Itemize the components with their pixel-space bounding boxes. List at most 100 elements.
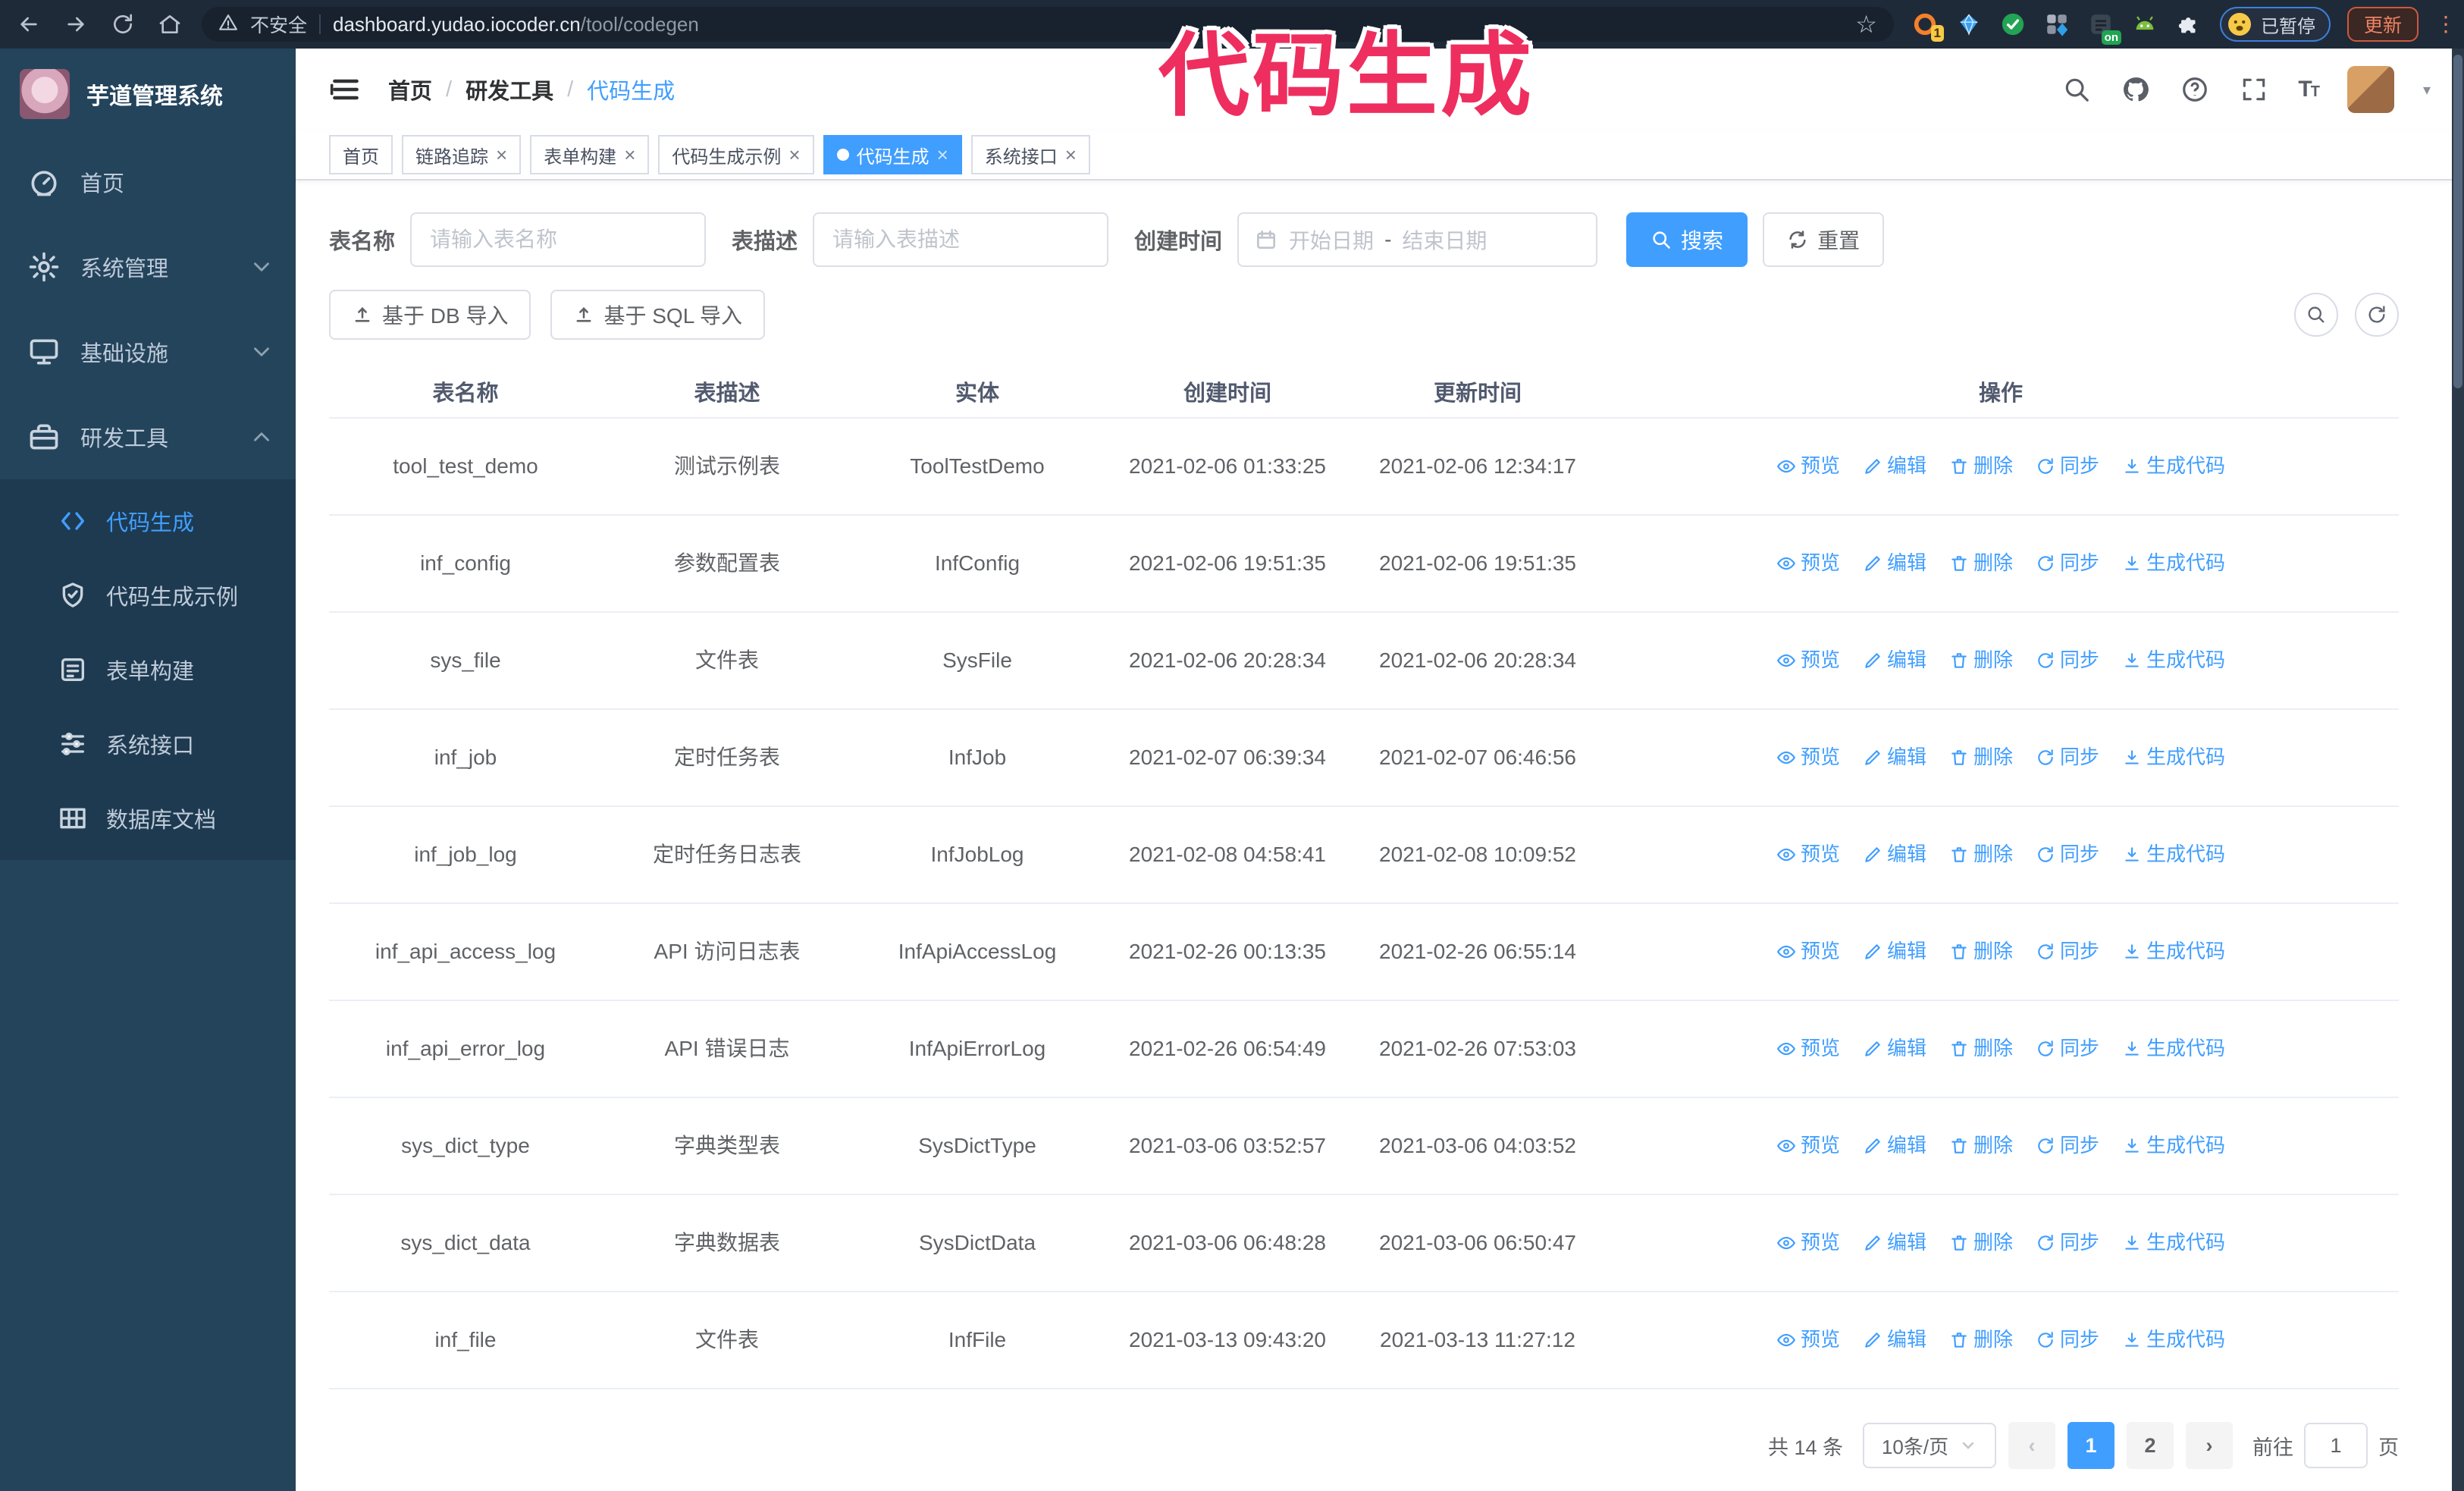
refresh-table-button[interactable]: [2355, 293, 2399, 337]
sync-action[interactable]: 同步: [2036, 937, 2099, 966]
sync-action[interactable]: 同步: [2036, 1326, 2099, 1354]
generate-code-action[interactable]: 生成代码: [2122, 937, 2225, 966]
avatar-caret-icon[interactable]: ▾: [2423, 80, 2431, 99]
browser-home-icon[interactable]: [155, 9, 185, 39]
fullscreen-icon[interactable]: [2239, 74, 2269, 105]
table-name-input[interactable]: [410, 212, 707, 267]
sidebar-subitem-database-doc[interactable]: 数据库文档: [0, 781, 296, 855]
preview-action[interactable]: 预览: [1776, 1034, 1840, 1063]
sidebar-subitem-form[interactable]: 表单构建: [0, 632, 296, 707]
generate-code-action[interactable]: 生成代码: [2122, 549, 2225, 578]
generate-code-action[interactable]: 生成代码: [2122, 743, 2225, 772]
edit-action[interactable]: 编辑: [1863, 549, 1926, 578]
preview-action[interactable]: 预览: [1776, 1132, 1840, 1160]
breadcrumb-item[interactable]: 首页: [388, 74, 432, 105]
browser-update-button[interactable]: 更新: [2346, 7, 2419, 42]
edit-action[interactable]: 编辑: [1863, 452, 1926, 481]
extension-puzzle-icon[interactable]: [2174, 10, 2203, 39]
tab-close-icon[interactable]: ×: [1065, 145, 1077, 165]
delete-action[interactable]: 删除: [1949, 646, 2013, 675]
import-sql-button[interactable]: 基于 SQL 导入: [550, 290, 766, 340]
table-desc-input[interactable]: [813, 212, 1109, 267]
tab-代码生成[interactable]: 代码生成 ×: [823, 135, 962, 174]
sync-action[interactable]: 同步: [2036, 1229, 2099, 1257]
browser-reload-icon[interactable]: [108, 9, 138, 39]
browser-menu-icon[interactable]: ⋮: [2435, 14, 2456, 35]
goto-page-input[interactable]: [2304, 1423, 2368, 1468]
browser-forward-icon[interactable]: [61, 9, 91, 39]
github-icon[interactable]: [2121, 74, 2151, 105]
sidebar-subitem-example[interactable]: 代码生成示例: [0, 558, 296, 632]
browser-back-icon[interactable]: [14, 9, 44, 39]
sync-action[interactable]: 同步: [2036, 1132, 2099, 1160]
help-icon[interactable]: [2180, 74, 2210, 105]
app-logo[interactable]: 芋道管理系统: [0, 49, 296, 140]
tab-close-icon[interactable]: ×: [496, 145, 507, 165]
preview-action[interactable]: 预览: [1776, 1229, 1840, 1257]
delete-action[interactable]: 删除: [1949, 1034, 2013, 1063]
tab-close-icon[interactable]: ×: [937, 145, 948, 165]
sync-action[interactable]: 同步: [2036, 646, 2099, 675]
edit-action[interactable]: 编辑: [1863, 1229, 1926, 1257]
sync-action[interactable]: 同步: [2036, 549, 2099, 578]
preview-action[interactable]: 预览: [1776, 840, 1840, 869]
edit-action[interactable]: 编辑: [1863, 646, 1926, 675]
sidebar-item-gear[interactable]: 系统管理: [0, 224, 296, 309]
sidebar-subitem-code[interactable]: 代码生成: [0, 484, 296, 558]
generate-code-action[interactable]: 生成代码: [2122, 1229, 2225, 1257]
page-button-2[interactable]: 2: [2127, 1422, 2174, 1469]
sync-action[interactable]: 同步: [2036, 452, 2099, 481]
sidebar-item-monitor[interactable]: 基础设施: [0, 309, 296, 394]
preview-action[interactable]: 预览: [1776, 1326, 1840, 1354]
address-bar[interactable]: 不安全 dashboard.yudao.iocoder.cn/tool/code…: [202, 7, 1894, 42]
sidebar-toggle-icon[interactable]: [329, 73, 362, 106]
sync-action[interactable]: 同步: [2036, 840, 2099, 869]
preview-action[interactable]: 预览: [1776, 937, 1840, 966]
next-page-button[interactable]: ›: [2186, 1422, 2233, 1469]
generate-code-action[interactable]: 生成代码: [2122, 1132, 2225, 1160]
toggle-search-button[interactable]: [2294, 293, 2338, 337]
extension-gem-icon[interactable]: [1955, 10, 1983, 39]
delete-action[interactable]: 删除: [1949, 1229, 2013, 1257]
sync-action[interactable]: 同步: [2036, 743, 2099, 772]
tab-首页[interactable]: 首页: [329, 135, 393, 174]
generate-code-action[interactable]: 生成代码: [2122, 1326, 2225, 1354]
generate-code-action[interactable]: 生成代码: [2122, 840, 2225, 869]
search-icon[interactable]: [2061, 74, 2092, 105]
delete-action[interactable]: 删除: [1949, 743, 2013, 772]
edit-action[interactable]: 编辑: [1863, 840, 1926, 869]
delete-action[interactable]: 删除: [1949, 1326, 2013, 1354]
breadcrumb-item[interactable]: 研发工具: [466, 74, 553, 105]
scrollbar-thumb[interactable]: [2453, 55, 2462, 388]
sidebar-item-toolbox[interactable]: 研发工具: [0, 394, 296, 479]
tab-close-icon[interactable]: ×: [788, 145, 800, 165]
edit-action[interactable]: 编辑: [1863, 1326, 1926, 1354]
date-range-picker[interactable]: 开始日期 - 结束日期: [1237, 212, 1598, 267]
preview-action[interactable]: 预览: [1776, 549, 1840, 578]
delete-action[interactable]: 删除: [1949, 1132, 2013, 1160]
edit-action[interactable]: 编辑: [1863, 1034, 1926, 1063]
extension-grid-icon[interactable]: [2042, 10, 2071, 39]
edit-action[interactable]: 编辑: [1863, 1132, 1926, 1160]
preview-action[interactable]: 预览: [1776, 743, 1840, 772]
profile-paused-badge[interactable]: 已暂停: [2219, 7, 2331, 42]
sidebar-subitem-api[interactable]: 系统接口: [0, 707, 296, 781]
extension-green-check-icon[interactable]: [1998, 10, 2027, 39]
reset-button[interactable]: 重置: [1763, 212, 1885, 267]
import-db-button[interactable]: 基于 DB 导入: [329, 290, 531, 340]
extension-orange-icon[interactable]: 1: [1911, 10, 1944, 42]
delete-action[interactable]: 删除: [1949, 549, 2013, 578]
delete-action[interactable]: 删除: [1949, 840, 2013, 869]
user-avatar[interactable]: [2346, 66, 2394, 113]
tab-表单构建[interactable]: 表单构建 ×: [530, 135, 650, 174]
browser-scrollbar[interactable]: [2452, 49, 2464, 1491]
page-button-1[interactable]: 1: [2067, 1422, 2114, 1469]
tab-close-icon[interactable]: ×: [624, 145, 635, 165]
font-size-icon[interactable]: TT: [2298, 77, 2320, 102]
generate-code-action[interactable]: 生成代码: [2122, 1034, 2225, 1063]
edit-action[interactable]: 编辑: [1863, 937, 1926, 966]
extension-dark-on-icon[interactable]: on: [2086, 10, 2121, 45]
delete-action[interactable]: 删除: [1949, 452, 2013, 481]
edit-action[interactable]: 编辑: [1863, 743, 1926, 772]
tab-系统接口[interactable]: 系统接口 ×: [970, 135, 1090, 174]
